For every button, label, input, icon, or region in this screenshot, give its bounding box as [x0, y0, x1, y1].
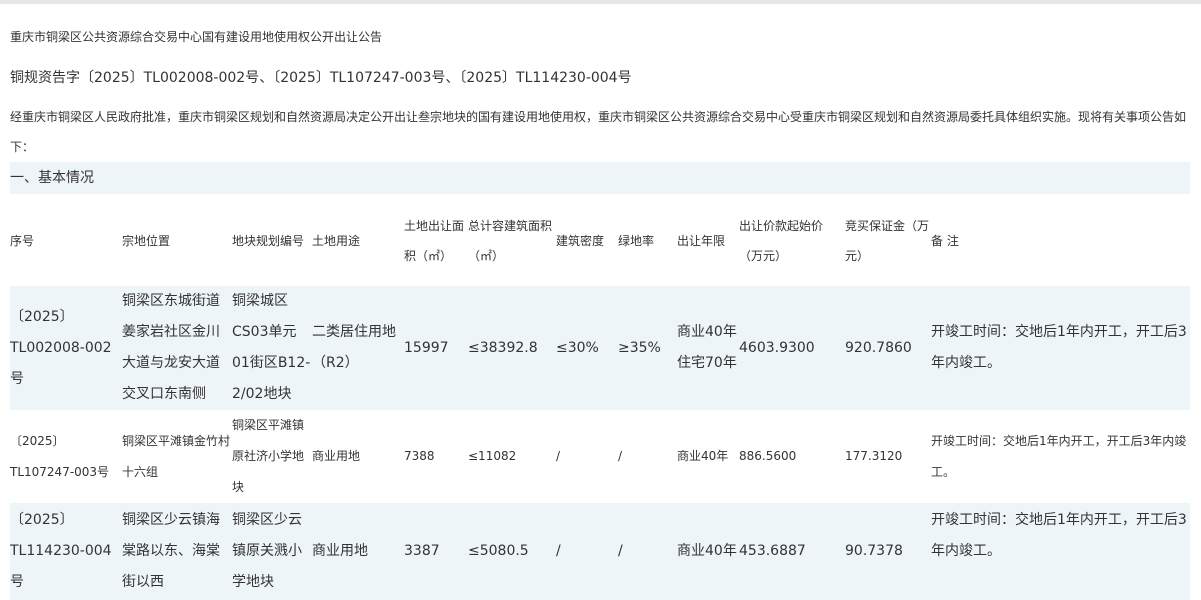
cell-start-price: 4603.9300	[739, 286, 845, 410]
header-no: 序号	[10, 196, 122, 286]
cell-term: 商业40年	[677, 410, 739, 503]
cell-no: 〔2025〕TL114230-004号	[10, 503, 122, 600]
cell-remark: 开竣工时间：交地后1年内开工，开工后3年内竣工。	[931, 286, 1190, 410]
cell-remark: 开竣工时间：交地后1年内开工，开工后3年内竣工。	[931, 503, 1190, 600]
cell-term: 商业40年住宅70年	[677, 286, 739, 410]
header-start-price: 出让价款起始价（万元）	[739, 196, 845, 286]
cell-location: 铜梁区少云镇海棠路以东、海棠街以西	[122, 503, 232, 600]
cell-land-use: 商业用地	[312, 410, 404, 503]
header-area: 土地出让面积（㎡）	[404, 196, 468, 286]
table-header-row: 序号 宗地位置 地块规划编号 土地用途 土地出让面积（㎡） 总计容建筑面积（㎡）…	[10, 196, 1190, 286]
notice-title: 重庆市铜梁区公共资源综合交易中心国有建设用地使用权公开出让公告	[10, 30, 383, 44]
cell-green: ≥35%	[618, 286, 677, 410]
header-location: 宗地位置	[122, 196, 232, 286]
cell-density: ≤30%	[556, 286, 618, 410]
cell-start-price: 886.5600	[739, 410, 845, 503]
cell-area: 3387	[404, 503, 468, 600]
header-land-use: 土地用途	[312, 196, 404, 286]
cell-plan-code: 铜梁区少云镇原关溅小学地块	[232, 503, 312, 600]
cell-start-price: 453.6887	[739, 503, 845, 600]
header-green: 绿地率	[618, 196, 677, 286]
intro-paragraph: 经重庆市铜梁区人民政府批准，重庆市铜梁区规划和自然资源局决定公开出让叁宗地块的国…	[10, 110, 1187, 154]
cell-gfa: ≤11082	[468, 410, 556, 503]
cell-term: 商业40年	[677, 503, 739, 600]
document-number: 铜规资告字〔2025〕TL002008-002号、〔2025〕TL107247-…	[10, 70, 632, 86]
cell-green: /	[618, 410, 677, 503]
cell-no: 〔2025〕TL002008-002号	[10, 286, 122, 410]
cell-density: /	[556, 503, 618, 600]
cell-gfa: ≤38392.8	[468, 286, 556, 410]
cell-location: 铜梁区东城街道姜家岩社区金川大道与龙安大道交叉口东南侧	[122, 286, 232, 410]
cell-no: 〔2025〕TL107247-003号	[10, 410, 122, 503]
section-heading: 一、基本情况	[10, 162, 1190, 194]
header-term: 出让年限	[677, 196, 739, 286]
cell-deposit: 90.7378	[845, 503, 931, 600]
table-row: 〔2025〕TL114230-004号 铜梁区少云镇海棠路以东、海棠街以西 铜梁…	[10, 503, 1190, 600]
cell-plan-code: 铜梁城区CS03单元01街区B12-2/02地块	[232, 286, 312, 410]
cell-land-use: 商业用地	[312, 503, 404, 600]
header-plan-code: 地块规划编号	[232, 196, 312, 286]
cell-location: 铜梁区平滩镇金竹村十六组	[122, 410, 232, 503]
cell-gfa: ≤5080.5	[468, 503, 556, 600]
table-row: 〔2025〕TL107247-003号 铜梁区平滩镇金竹村十六组 铜梁区平滩镇原…	[10, 410, 1190, 503]
header-deposit: 竞买保证金（万元）	[845, 196, 931, 286]
header-density: 建筑密度	[556, 196, 618, 286]
header-gfa: 总计容建筑面积（㎡）	[468, 196, 556, 286]
top-divider	[0, 0, 1201, 4]
cell-area: 7388	[404, 410, 468, 503]
cell-area: 15997	[404, 286, 468, 410]
cell-remark: 开竣工时间：交地后1年内开工，开工后3年内竣工。	[931, 410, 1190, 503]
cell-density: /	[556, 410, 618, 503]
cell-green: /	[618, 503, 677, 600]
cell-deposit: 177.3120	[845, 410, 931, 503]
header-remark: 备 注	[931, 196, 1190, 286]
cell-land-use: 二类居住用地（R2）	[312, 286, 404, 410]
cell-deposit: 920.7860	[845, 286, 931, 410]
cell-plan-code: 铜梁区平滩镇原社济小学地块	[232, 410, 312, 503]
land-parcel-table: 序号 宗地位置 地块规划编号 土地用途 土地出让面积（㎡） 总计容建筑面积（㎡）…	[10, 196, 1190, 600]
table-row: 〔2025〕TL002008-002号 铜梁区东城街道姜家岩社区金川大道与龙安大…	[10, 286, 1190, 410]
